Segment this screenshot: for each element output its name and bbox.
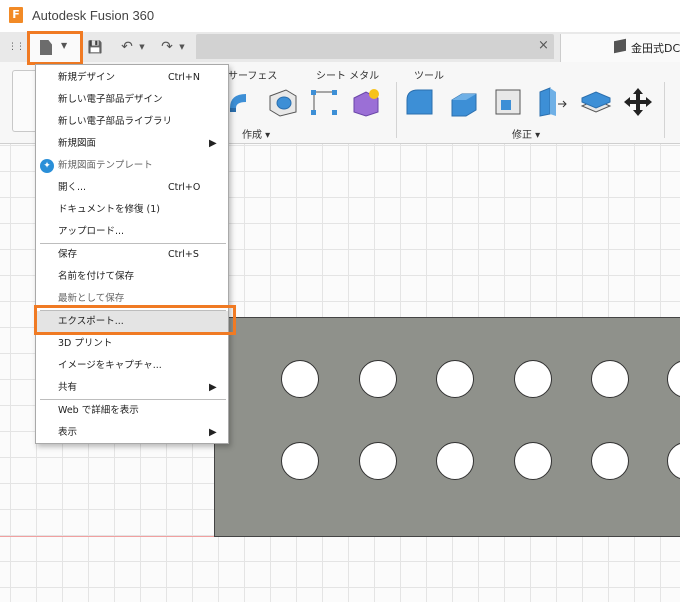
data-panel-grid-icon[interactable]: ⋮⋮⋮ bbox=[8, 37, 33, 57]
title-bar: F Autodesk Fusion 360 bbox=[0, 0, 680, 32]
modify-panel-label[interactable]: 修正 ▾ bbox=[512, 126, 540, 141]
menu-item-recover-documents[interactable]: ドキュメントを修復 (1) bbox=[36, 199, 228, 221]
menu-item-3d-print[interactable]: 3D プリント bbox=[36, 333, 228, 355]
plate-hole bbox=[281, 442, 319, 480]
menu-item-new-drawing-template[interactable]: ✦ 新規図面テンプレート bbox=[36, 155, 228, 177]
document-tab-active[interactable]: 金田式DC bbox=[560, 34, 680, 62]
file-menu-button[interactable]: ▼ bbox=[27, 31, 83, 65]
ribbon-separator bbox=[664, 82, 665, 138]
export-highlight-annotation bbox=[34, 305, 236, 335]
submenu-arrow-icon: ▶ bbox=[209, 427, 217, 438]
plate-hole bbox=[359, 360, 397, 398]
ribbon-tab-surface[interactable]: サーフェス bbox=[228, 67, 277, 82]
plate-hole bbox=[436, 360, 474, 398]
menu-item-open[interactable]: 開く... Ctrl+O bbox=[36, 177, 228, 199]
revolve-tool-icon[interactable] bbox=[228, 86, 260, 118]
plate-hole bbox=[514, 360, 552, 398]
move-tool-icon[interactable] bbox=[622, 86, 654, 118]
window-title: Autodesk Fusion 360 bbox=[32, 8, 155, 23]
pattern-tool-icon[interactable] bbox=[308, 86, 340, 118]
template-sparkle-icon: ✦ bbox=[40, 159, 54, 173]
perforated-plate-body[interactable] bbox=[214, 317, 680, 537]
document-icon bbox=[40, 40, 52, 55]
x-axis-line bbox=[0, 536, 214, 537]
shortcut-ctrl-s: Ctrl+S bbox=[168, 249, 199, 260]
ribbon-tab-tools[interactable]: ツール bbox=[414, 67, 444, 82]
hole-tool-icon[interactable] bbox=[266, 86, 298, 118]
create-form-tool-icon[interactable] bbox=[350, 86, 382, 118]
shortcut-ctrl-n: Ctrl+N bbox=[168, 72, 200, 83]
redo-dropdown-icon[interactable]: ▼ bbox=[178, 37, 186, 57]
undo-dropdown-icon[interactable]: ▼ bbox=[138, 37, 146, 57]
shortcut-ctrl-o: Ctrl+O bbox=[168, 182, 201, 193]
workspace-switcher[interactable] bbox=[12, 70, 36, 132]
plate-hole bbox=[591, 360, 629, 398]
submenu-arrow-icon: ▶ bbox=[209, 138, 217, 149]
plate-hole bbox=[359, 442, 397, 480]
menu-item-share[interactable]: 共有 ▶ bbox=[36, 377, 228, 399]
ribbon-separator bbox=[396, 82, 397, 138]
menu-item-capture-image[interactable]: イメージをキャプチャ... bbox=[36, 355, 228, 377]
menu-item-save-as[interactable]: 名前を付けて保存 bbox=[36, 266, 228, 288]
submenu-arrow-icon: ▶ bbox=[209, 382, 217, 393]
menu-item-view[interactable]: 表示 ▶ bbox=[36, 422, 228, 444]
shell-tool-icon[interactable] bbox=[492, 86, 524, 118]
plate-hole bbox=[667, 360, 680, 398]
redo-icon[interactable]: ↷ bbox=[158, 37, 176, 57]
press-pull-tool-icon[interactable] bbox=[404, 86, 436, 118]
fusion-logo-icon: F bbox=[9, 7, 23, 23]
undo-icon[interactable]: ↶ bbox=[118, 37, 136, 57]
menu-item-new-drawing[interactable]: 新規図面 ▶ bbox=[36, 133, 228, 155]
document-tab-label: 金田式DC bbox=[631, 42, 680, 55]
file-dropdown-menu: 新規デザイン Ctrl+N 新しい電子部品デザイン 新しい電子部品ライブラリ 新… bbox=[35, 64, 229, 444]
plate-hole bbox=[514, 442, 552, 480]
plate-hole bbox=[436, 442, 474, 480]
menu-item-upload[interactable]: アップロード... bbox=[36, 221, 228, 243]
menu-item-new-electronic-library[interactable]: 新しい電子部品ライブラリ bbox=[36, 111, 228, 133]
fillet-tool-icon[interactable] bbox=[448, 86, 480, 118]
save-icon[interactable]: 💾 bbox=[86, 37, 104, 57]
close-tab-icon[interactable]: × bbox=[538, 38, 549, 53]
ribbon-tab-sheet-metal[interactable]: シート メタル bbox=[316, 67, 379, 82]
split-body-tool-icon[interactable] bbox=[580, 86, 612, 118]
document-tab-inactive[interactable] bbox=[196, 34, 554, 59]
menu-item-new-design[interactable]: 新規デザイン Ctrl+N bbox=[36, 67, 228, 89]
plate-hole bbox=[667, 442, 680, 480]
offset-face-tool-icon[interactable] bbox=[536, 86, 568, 118]
component-cube-icon bbox=[614, 38, 626, 54]
menu-item-save[interactable]: 保存 Ctrl+S bbox=[36, 244, 228, 266]
chevron-down-icon: ▼ bbox=[61, 41, 68, 50]
menu-item-view-on-web[interactable]: Web で詳細を表示 bbox=[36, 400, 228, 422]
plate-hole bbox=[281, 360, 319, 398]
menu-item-new-electronic-design[interactable]: 新しい電子部品デザイン bbox=[36, 89, 228, 111]
create-panel-label[interactable]: 作成 ▾ bbox=[242, 126, 270, 141]
plate-hole bbox=[591, 442, 629, 480]
